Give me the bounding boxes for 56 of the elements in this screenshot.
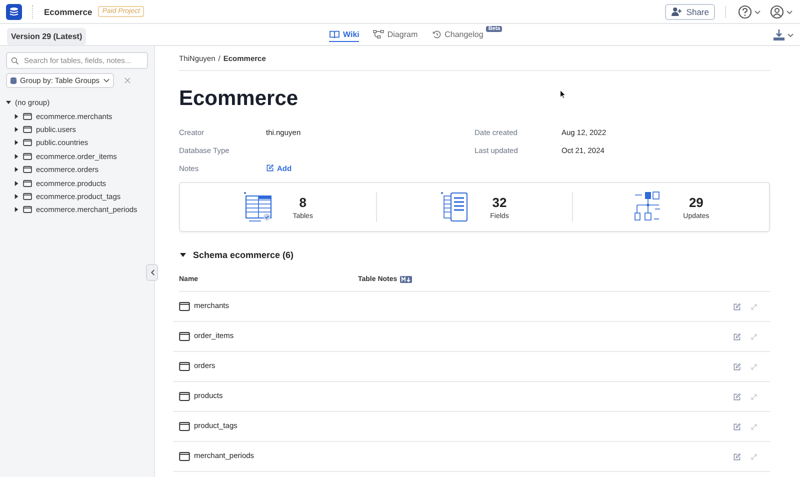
download-icon[interactable] bbox=[773, 28, 795, 40]
expand-icon[interactable] bbox=[750, 302, 758, 310]
mouse-cursor-icon bbox=[560, 90, 566, 99]
share-button[interactable]: Share bbox=[665, 4, 715, 20]
tab[interactable]: Diagram bbox=[373, 28, 418, 42]
expand-icon[interactable] bbox=[750, 392, 758, 400]
expand-icon[interactable] bbox=[750, 332, 758, 340]
table-icon bbox=[179, 392, 190, 401]
collapse-sidebar-button[interactable] bbox=[146, 264, 158, 281]
expand-icon[interactable] bbox=[750, 452, 758, 460]
chevron-left-icon bbox=[150, 269, 154, 276]
table-icon bbox=[23, 180, 32, 187]
stat-value: 32 bbox=[492, 194, 507, 210]
logo-icon[interactable] bbox=[6, 4, 22, 20]
table-icon bbox=[179, 452, 190, 461]
database-icon bbox=[10, 76, 17, 84]
caret-down-icon[interactable] bbox=[180, 252, 186, 258]
table-icon bbox=[23, 192, 32, 200]
edit-icon[interactable] bbox=[733, 392, 741, 400]
edit-icon[interactable] bbox=[733, 362, 741, 370]
table-icon bbox=[179, 362, 190, 371]
tab[interactable]: Wiki bbox=[329, 28, 360, 42]
history-icon bbox=[432, 30, 442, 38]
edit-icon bbox=[266, 164, 274, 172]
clear-icon[interactable] bbox=[124, 77, 130, 84]
diagram-icon bbox=[373, 30, 384, 38]
table-icon bbox=[23, 152, 32, 160]
expand-icon[interactable] bbox=[750, 422, 758, 430]
add-user-icon bbox=[671, 7, 682, 16]
version-selector[interactable]: Version 29 (Latest) bbox=[7, 28, 86, 44]
table-icon bbox=[179, 302, 190, 311]
user-icon[interactable] bbox=[770, 4, 794, 18]
stat-value: 8 bbox=[299, 194, 306, 210]
edit-icon[interactable] bbox=[733, 302, 741, 310]
markdown-icon bbox=[400, 276, 412, 282]
edit-icon[interactable] bbox=[733, 452, 741, 460]
stat-value: 29 bbox=[688, 194, 704, 210]
edit-icon[interactable] bbox=[733, 332, 741, 340]
page-title: Ecommerce bbox=[179, 87, 298, 111]
field-list-icon bbox=[440, 191, 470, 223]
edit-icon[interactable] bbox=[733, 422, 741, 430]
table-icon bbox=[179, 332, 190, 341]
table-icon bbox=[23, 206, 32, 214]
table-icon bbox=[23, 166, 32, 174]
table-grid-icon bbox=[242, 191, 273, 223]
project-title: Ecommerce bbox=[44, 6, 92, 16]
expand-icon[interactable] bbox=[750, 362, 758, 370]
table-icon bbox=[179, 422, 190, 431]
book-icon bbox=[329, 30, 340, 38]
table-icon bbox=[23, 112, 32, 120]
table-icon bbox=[23, 139, 32, 146]
table-icon bbox=[23, 126, 32, 133]
schema-heading: Schema ecommerce (6) bbox=[193, 250, 294, 260]
chevron-down-icon bbox=[102, 78, 110, 83]
help-icon[interactable] bbox=[738, 4, 762, 18]
search-icon bbox=[11, 57, 19, 65]
